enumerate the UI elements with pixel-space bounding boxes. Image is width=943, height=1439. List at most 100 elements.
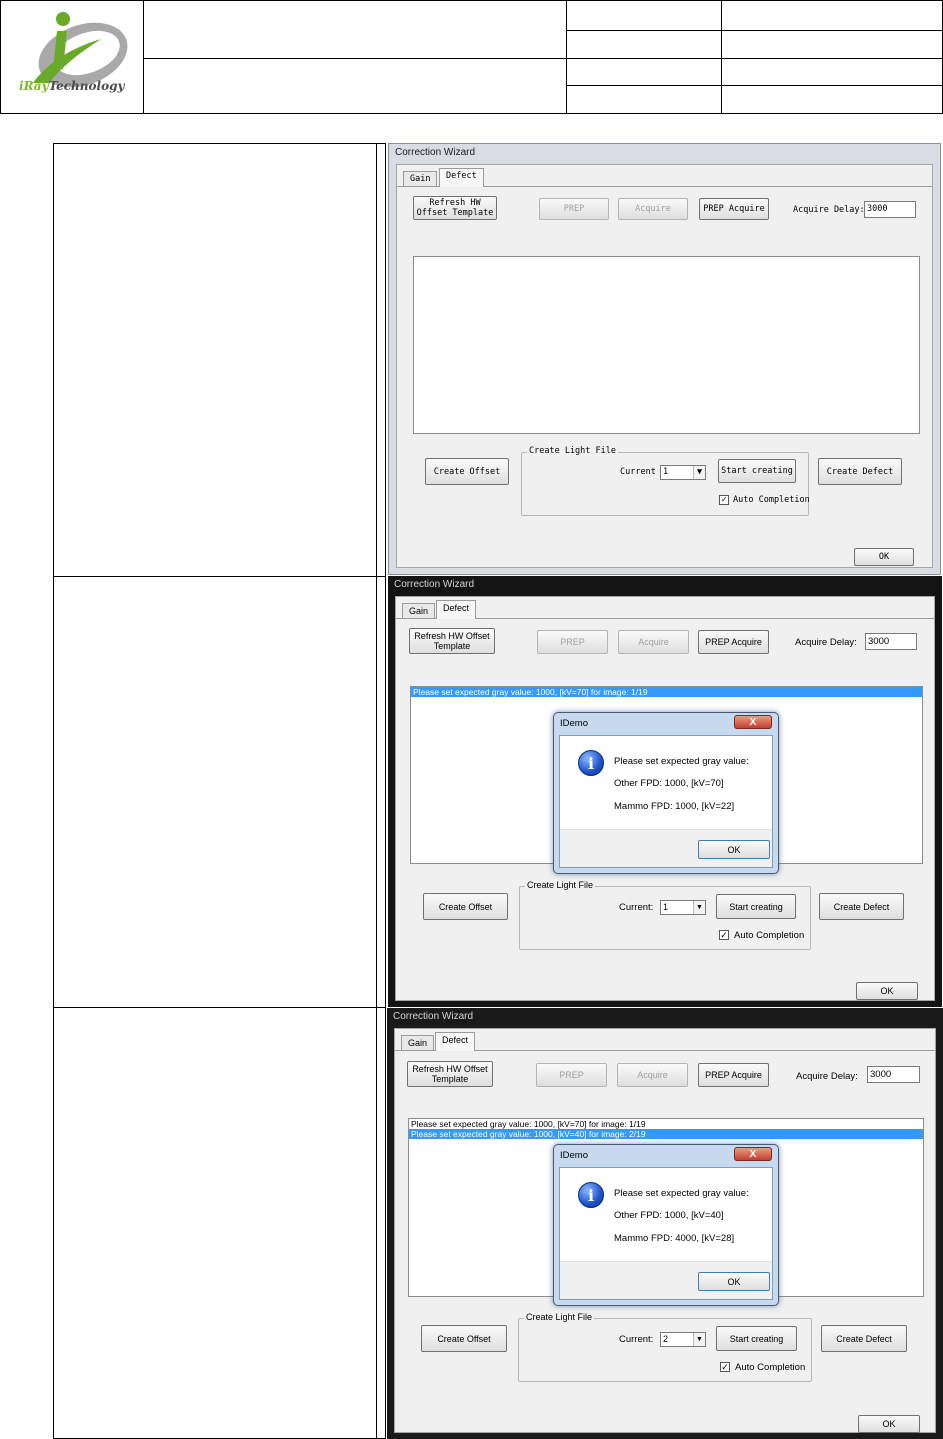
group-title: Create Light File <box>524 1312 595 1322</box>
window-client: Gain Defect Refresh HW Offset Template PR… <box>396 164 933 568</box>
dialog-body: i Please set expected gray value: Other … <box>559 1167 773 1300</box>
acquire-delay-input[interactable]: 3000 <box>864 201 916 218</box>
prep-button[interactable]: PREP <box>539 198 609 220</box>
auto-completion-label: Auto Completion <box>734 930 805 941</box>
tab-defect[interactable]: Defect <box>435 1032 476 1051</box>
group-title: Create Light File <box>527 446 618 456</box>
dialog-message-line: Mammo FPD: 4000, [kV=28] <box>614 1233 735 1244</box>
header-value-cell <box>721 57 943 86</box>
window-title: Correction Wizard <box>395 147 476 158</box>
auto-completion-checkbox[interactable]: ✓ <box>720 1362 730 1372</box>
correction-wizard-window-3: Correction Wizard Gain Defect Refresh HW… <box>387 1008 943 1439</box>
header-value-cell <box>721 30 943 59</box>
column-divider <box>376 143 377 1439</box>
dialog-title: IDemo <box>560 1150 588 1161</box>
prep-acquire-button[interactable]: PREP Acquire <box>698 630 769 654</box>
create-offset-button[interactable]: Create Offset <box>421 1325 507 1352</box>
header-label-cell <box>566 0 722 32</box>
logo-cell: iRayTechnology <box>0 0 144 114</box>
document-header: iRayTechnology <box>0 0 943 115</box>
acquire-delay-label: Acquire Delay: <box>795 637 857 648</box>
create-light-file-group: Create Light File Current: 2 ▼ Start crea… <box>518 1312 812 1382</box>
ok-button[interactable]: OK <box>856 982 918 1000</box>
dialog-title: IDemo <box>560 718 588 729</box>
auto-completion-checkbox[interactable]: ✓ <box>719 495 729 505</box>
header-label-cell <box>566 57 722 86</box>
tab-defect[interactable]: Defect <box>439 168 484 187</box>
list-item[interactable]: Please set expected gray value: 1000, [k… <box>409 1129 923 1139</box>
refresh-hw-offset-button[interactable]: Refresh HW Offset Template <box>407 1061 493 1087</box>
dialog-message-line: Other FPD: 1000, [kV=70] <box>614 778 724 789</box>
list-item[interactable]: Please set expected gray value: 1000, [k… <box>411 687 922 697</box>
step-description-column <box>53 143 386 1439</box>
prep-button[interactable]: PREP <box>536 1063 607 1087</box>
tab-gain[interactable]: Gain <box>402 603 436 619</box>
acquire-delay-label: Acquire Delay: <box>793 205 865 215</box>
current-label: Current: <box>619 902 654 913</box>
start-creating-button[interactable]: Start creating <box>716 1326 797 1351</box>
dialog-message-line: Mammo FPD: 1000, [kV=22] <box>614 801 735 812</box>
message-list[interactable] <box>413 256 920 434</box>
dialog-ok-button[interactable]: OK <box>698 840 770 859</box>
defect-tab-pane: Refresh HW Offset Template PREP Acquire P… <box>397 186 932 567</box>
window-title: Correction Wizard <box>394 579 475 590</box>
refresh-hw-offset-button[interactable]: Refresh HW Offset Template <box>413 196 497 220</box>
tab-gain[interactable]: Gain <box>403 171 438 187</box>
create-defect-button[interactable]: Create Defect <box>821 1325 907 1352</box>
header-value-cell <box>721 84 943 115</box>
chevron-down-icon: ▼ <box>693 466 705 479</box>
auto-completion-label: Auto Completion <box>735 1362 806 1373</box>
start-creating-button[interactable]: Start creating <box>716 894 796 919</box>
dialog-ok-button[interactable]: OK <box>698 1272 770 1291</box>
tab-gain[interactable]: Gain <box>401 1035 435 1051</box>
acquire-delay-input[interactable]: 3000 <box>867 1066 920 1083</box>
acquire-delay-input[interactable]: 3000 <box>865 633 917 650</box>
dialog-footer: OK <box>560 829 772 867</box>
dialog-message-line: Other FPD: 1000, [kV=40] <box>614 1210 724 1221</box>
acquire-delay-label: Acquire Delay: <box>796 1071 858 1082</box>
ok-button[interactable]: OK <box>854 548 914 566</box>
row-divider <box>53 576 386 577</box>
create-defect-button[interactable]: Create Defect <box>819 893 904 920</box>
chevron-down-icon: ▼ <box>693 1333 705 1346</box>
header-label-cell <box>566 84 722 115</box>
current-select[interactable]: 1 ▼ <box>660 900 706 915</box>
list-item[interactable]: Please set expected gray value: 1000, [k… <box>409 1119 923 1129</box>
dialog-footer: OK <box>560 1261 772 1299</box>
window-title: Correction Wizard <box>393 1011 474 1022</box>
prep-acquire-button[interactable]: PREP Acquire <box>698 1063 769 1087</box>
close-icon[interactable]: X <box>734 715 772 729</box>
dialog-body: i Please set expected gray value: Other … <box>559 735 773 868</box>
acquire-button[interactable]: Acquire <box>617 1063 688 1087</box>
current-select[interactable]: 2 ▼ <box>660 1332 706 1347</box>
auto-completion-checkbox[interactable]: ✓ <box>719 930 729 940</box>
header-value-cell <box>721 0 943 32</box>
create-light-file-group: Create Light File Current: 1 ▼ Start crea… <box>519 880 811 950</box>
row-divider <box>53 1007 386 1008</box>
idemo-dialog: IDemo X i Please set expected gray value… <box>553 1144 779 1306</box>
group-title: Create Light File <box>525 880 596 890</box>
info-icon: i <box>578 750 604 776</box>
refresh-hw-offset-button[interactable]: Refresh HW Offset Template <box>409 628 495 654</box>
tab-defect[interactable]: Defect <box>436 600 477 619</box>
create-defect-button[interactable]: Create Defect <box>818 458 902 485</box>
close-icon[interactable]: X <box>734 1147 772 1161</box>
prep-button[interactable]: PREP <box>537 630 608 654</box>
acquire-button[interactable]: Acquire <box>618 198 688 220</box>
correction-wizard-window-1: Correction Wizard Gain Defect Refresh HW… <box>388 143 941 575</box>
idemo-dialog: IDemo X i Please set expected gray value… <box>553 712 779 874</box>
ok-button[interactable]: OK <box>858 1415 920 1433</box>
create-offset-button[interactable]: Create Offset <box>425 458 509 485</box>
create-offset-button[interactable]: Create Offset <box>423 893 508 920</box>
current-select[interactable]: 1 ▼ <box>660 465 706 480</box>
header-label-cell <box>566 30 722 59</box>
current-label: Current: <box>619 1334 654 1345</box>
create-light-file-group: Create Light File Current 1 ▼ Start creat… <box>521 446 810 516</box>
header-title-cell <box>143 0 567 59</box>
acquire-button[interactable]: Acquire <box>618 630 689 654</box>
auto-completion-label: Auto Completion <box>733 495 810 505</box>
prep-acquire-button[interactable]: PREP Acquire <box>699 198 769 220</box>
dialog-message-line: Please set expected gray value: <box>614 1188 749 1199</box>
header-subtitle-cell <box>143 57 567 114</box>
start-creating-button[interactable]: Start creating <box>718 459 796 483</box>
